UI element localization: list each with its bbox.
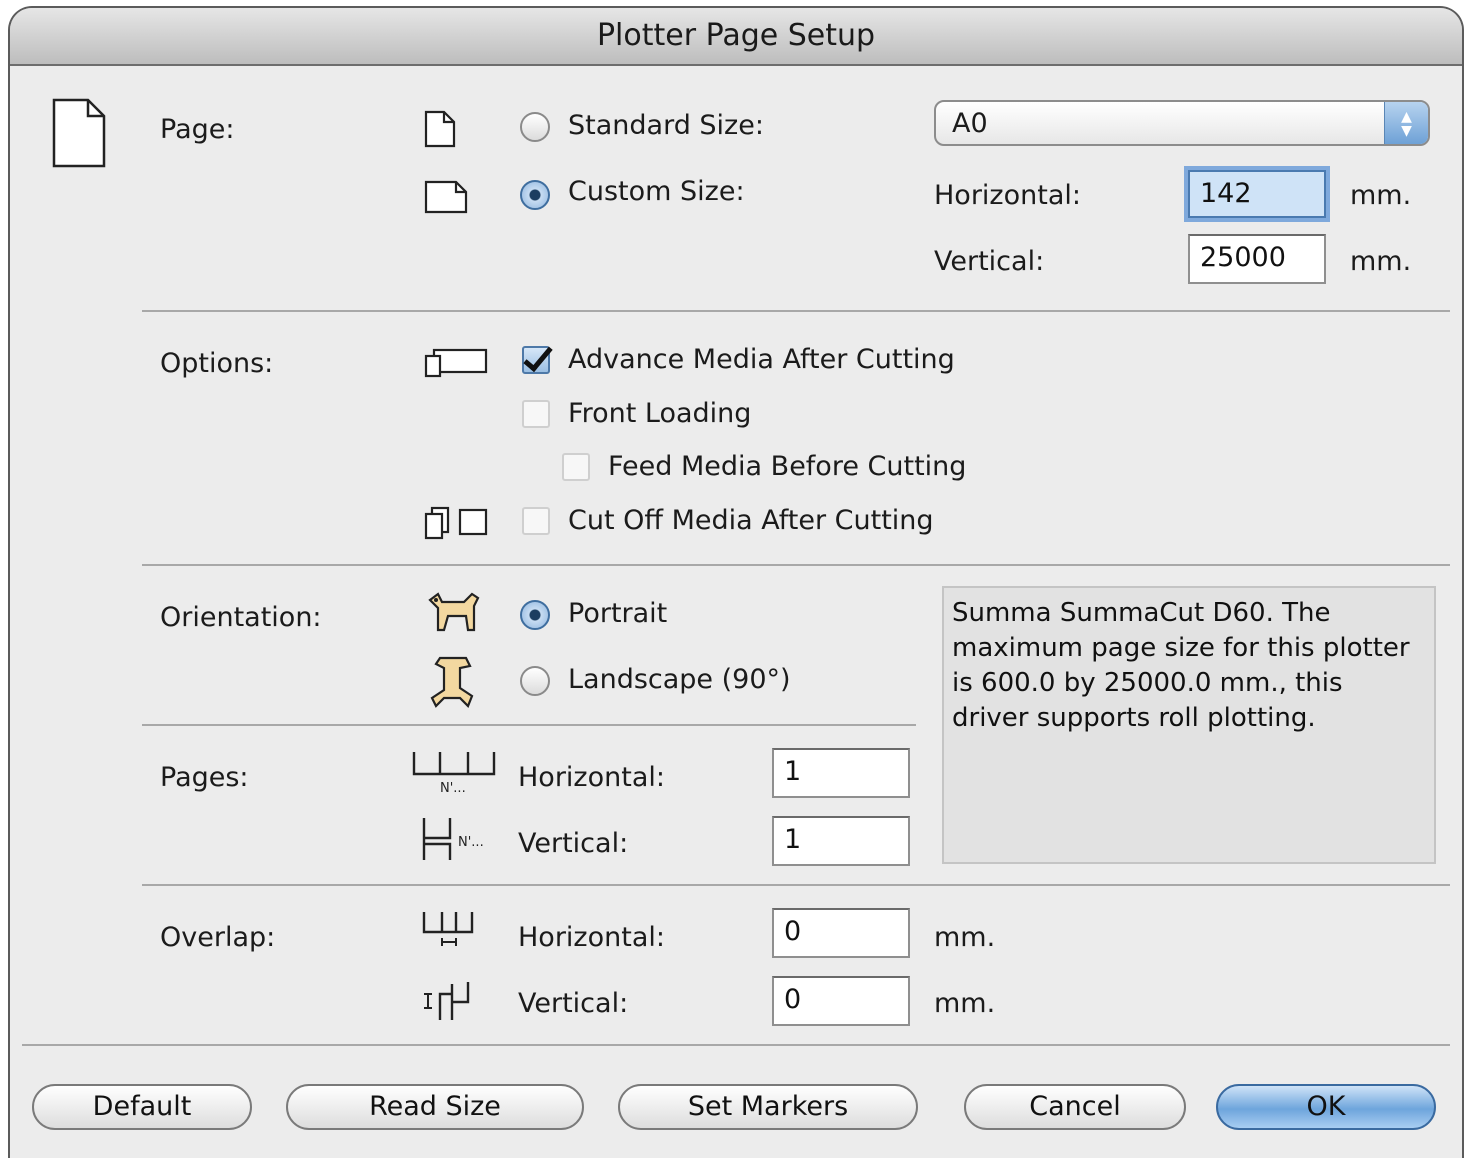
orientation-label: Orientation: — [160, 602, 322, 633]
advance-media-icon — [424, 348, 488, 378]
overlap-horizontal-input[interactable]: 0 — [772, 908, 910, 958]
landscape-radio[interactable] — [520, 666, 550, 696]
pages-vertical-input[interactable]: 1 — [772, 816, 910, 866]
title-bar[interactable]: Plotter Page Setup — [10, 8, 1462, 66]
portrait-label: Portrait — [568, 598, 668, 629]
window-title: Plotter Page Setup — [596, 18, 876, 53]
advance-media-checkbox[interactable] — [522, 346, 550, 374]
custom-horizontal-input[interactable]: 142 — [1188, 170, 1326, 218]
front-loading-label: Front Loading — [568, 398, 752, 429]
default-button[interactable]: Default — [32, 1084, 252, 1130]
custom-vertical-input[interactable]: 25000 — [1188, 234, 1326, 284]
pages-horizontal-input[interactable]: 1 — [772, 748, 910, 798]
custom-size-label: Custom Size: — [568, 176, 745, 207]
overlap-vertical-icon — [424, 982, 470, 1020]
ok-button[interactable]: OK — [1216, 1084, 1436, 1130]
overlap-label: Overlap: — [160, 922, 276, 953]
separator — [142, 564, 1450, 566]
plotter-info-box: Summa SummaCut D60. The maximum page siz… — [942, 586, 1436, 864]
feed-media-checkbox[interactable] — [562, 453, 590, 481]
svg-text:N'...: N'... — [440, 781, 466, 794]
page-document-icon — [52, 98, 106, 168]
overlap-vertical-label: Vertical: — [518, 988, 629, 1019]
read-size-button[interactable]: Read Size — [286, 1084, 584, 1130]
custom-horizontal-unit: mm. — [1350, 180, 1412, 211]
overlap-horizontal-icon — [422, 912, 474, 946]
standard-size-label: Standard Size: — [568, 110, 764, 141]
standard-size-select[interactable]: A0 ▲ ▼ — [934, 100, 1430, 146]
pages-horizontal-label: Horizontal: — [518, 762, 665, 793]
custom-horizontal-label: Horizontal: — [934, 180, 1081, 211]
options-label: Options: — [160, 348, 274, 379]
landscape-label: Landscape (90°) — [568, 664, 791, 695]
cut-off-media-label: Cut Off Media After Cutting — [568, 505, 934, 536]
svg-text:N'...: N'... — [458, 835, 484, 850]
standard-size-value: A0 — [952, 108, 988, 139]
overlap-vertical-input[interactable]: 0 — [772, 976, 910, 1026]
landscape-page-icon — [424, 180, 468, 214]
separator — [142, 310, 1450, 312]
feed-media-label: Feed Media Before Cutting — [608, 451, 967, 482]
pages-vertical-label: Vertical: — [518, 828, 629, 859]
custom-vertical-unit: mm. — [1350, 246, 1412, 277]
separator — [22, 1044, 1450, 1046]
overlap-horizontal-unit: mm. — [934, 922, 996, 953]
cancel-button[interactable]: Cancel — [964, 1084, 1186, 1130]
front-loading-checkbox[interactable] — [522, 400, 550, 428]
cut-off-media-icon — [424, 506, 488, 540]
advance-media-label: Advance Media After Cutting — [568, 344, 955, 375]
custom-size-radio[interactable] — [520, 180, 550, 210]
portrait-radio[interactable] — [520, 600, 550, 630]
overlap-horizontal-label: Horizontal: — [518, 922, 665, 953]
cut-off-media-checkbox[interactable] — [522, 507, 550, 535]
custom-vertical-label: Vertical: — [934, 246, 1045, 277]
standard-size-radio[interactable] — [520, 112, 550, 142]
pages-horizontal-icon: N'... — [412, 752, 496, 794]
page-label: Page: — [160, 114, 235, 145]
popup-arrows-icon: ▲ ▼ — [1384, 102, 1428, 144]
pages-label: Pages: — [160, 762, 249, 793]
plotter-page-setup-dialog: Plotter Page Setup Page: Standard Size: … — [8, 6, 1464, 1158]
portrait-page-icon — [424, 110, 456, 148]
landscape-dog-icon — [430, 656, 474, 708]
overlap-vertical-unit: mm. — [934, 988, 996, 1019]
set-markers-button[interactable]: Set Markers — [618, 1084, 918, 1130]
separator — [142, 724, 916, 726]
pages-vertical-icon: N'... — [422, 818, 484, 860]
separator — [142, 884, 1450, 886]
portrait-dog-icon — [428, 592, 480, 632]
